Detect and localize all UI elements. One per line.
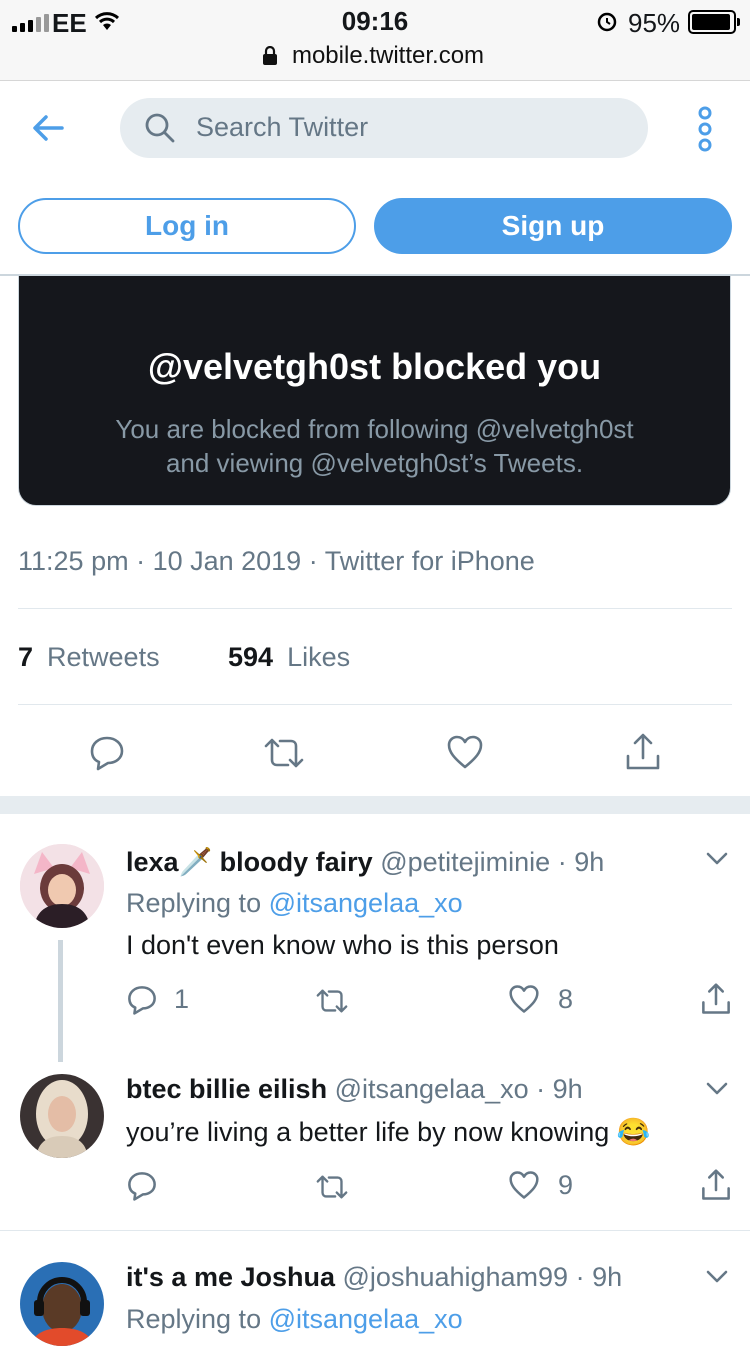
avatar[interactable] [20, 844, 104, 928]
replying-prefix: Replying to [126, 888, 269, 918]
replying-to-handle-link[interactable]: @itsangelaa_xo [269, 888, 463, 918]
retweet-icon[interactable] [262, 734, 306, 772]
avatar-image [20, 1074, 104, 1158]
share-icon[interactable] [624, 732, 662, 772]
reply-author-name: it's a me Joshua [126, 1262, 335, 1292]
signup-button[interactable]: Sign up [374, 198, 732, 254]
like-heart-icon[interactable] [446, 734, 484, 770]
reply-icon[interactable] [126, 984, 158, 1016]
reply-text: I don't even know who is this person [126, 930, 559, 960]
like-count: 8 [558, 984, 574, 1014]
reply-count: 1 [174, 984, 190, 1014]
like-heart-icon[interactable] [508, 1170, 540, 1200]
blocked-notice-card: @velvetgh0st blocked you You are blocked… [18, 276, 731, 506]
section-separator [0, 796, 750, 814]
like-count: 9 [558, 1170, 574, 1200]
retweets-stat[interactable]: 7 Retweets [18, 642, 160, 673]
retweet-icon[interactable] [314, 986, 350, 1016]
chevron-down-icon[interactable] [706, 1082, 728, 1096]
status-bar: EE 09:16 95% mobile.twitter.com [0, 0, 750, 81]
divider [0, 1230, 750, 1231]
more-options-icon[interactable] [694, 106, 716, 152]
share-icon[interactable] [700, 982, 732, 1016]
blocked-message-line2: and viewing @velvetgh0st’s Tweets. [165, 448, 584, 478]
reply-author-name: btec billie eilish [126, 1074, 328, 1104]
replying-prefix: Replying to [126, 1304, 269, 1334]
likes-count: 594 [228, 642, 274, 672]
likes-stat[interactable]: 594 Likes [228, 642, 350, 673]
battery-percent: 95% [628, 8, 681, 38]
reply-text: you’re living a better life by now knowi… [126, 1117, 651, 1147]
avatar-image [20, 844, 104, 928]
replying-to-handle-link[interactable]: @itsangelaa_xo [269, 1304, 463, 1334]
back-arrow-icon[interactable] [28, 108, 68, 148]
search-placeholder: Search Twitter [196, 112, 369, 142]
avatar[interactable] [20, 1074, 104, 1158]
avatar[interactable] [20, 1262, 104, 1346]
likes-label: Likes [287, 642, 351, 672]
thread-line [58, 940, 63, 1062]
blocked-title: @velvetgh0st blocked you [147, 346, 602, 387]
login-button[interactable]: Log in [18, 198, 356, 254]
reply-icon[interactable] [126, 1170, 158, 1202]
reply-author[interactable]: btec billie eilish @itsangelaa_xo · 9h [126, 1074, 583, 1105]
reply-author-name: lexa🗡️ bloody fairy [126, 847, 373, 877]
replying-to: Replying to @itsangelaa_xo [126, 1304, 463, 1335]
url-bar[interactable]: mobile.twitter.com [0, 42, 750, 70]
battery-icon [688, 10, 740, 34]
divider [18, 608, 732, 609]
reply-author-handle: @joshuahigham99 · 9h [342, 1262, 623, 1292]
tweet-timestamp: 11:25 pm · 10 Jan 2019 · Twitter for iPh… [18, 546, 535, 576]
search-input[interactable]: Search Twitter [120, 98, 648, 158]
retweets-count: 7 [18, 642, 34, 672]
divider [18, 704, 732, 705]
retweets-label: Retweets [47, 642, 160, 672]
reply-author-handle: @itsangelaa_xo · 9h [334, 1074, 583, 1104]
blocked-message-line1: You are blocked from following @velvetgh… [115, 414, 634, 444]
reply-author[interactable]: it's a me Joshua @joshuahigham99 · 9h [126, 1262, 622, 1293]
reply-author-handle: @petitejiminie · 9h [380, 847, 605, 877]
replying-to: Replying to @itsangelaa_xo [126, 888, 463, 919]
avatar-image [20, 1262, 104, 1346]
reply-author[interactable]: lexa🗡️ bloody fairy @petitejiminie · 9h [126, 846, 604, 878]
share-icon[interactable] [700, 1168, 732, 1202]
search-icon [145, 113, 175, 143]
reply-icon[interactable] [88, 734, 126, 772]
blocked-message: You are blocked from following @velvetgh… [19, 412, 730, 480]
chevron-down-icon[interactable] [706, 1270, 728, 1284]
like-heart-icon[interactable] [508, 984, 540, 1014]
chevron-down-icon[interactable] [706, 852, 728, 866]
retweet-icon[interactable] [314, 1172, 350, 1202]
alarm-icon [597, 12, 617, 32]
